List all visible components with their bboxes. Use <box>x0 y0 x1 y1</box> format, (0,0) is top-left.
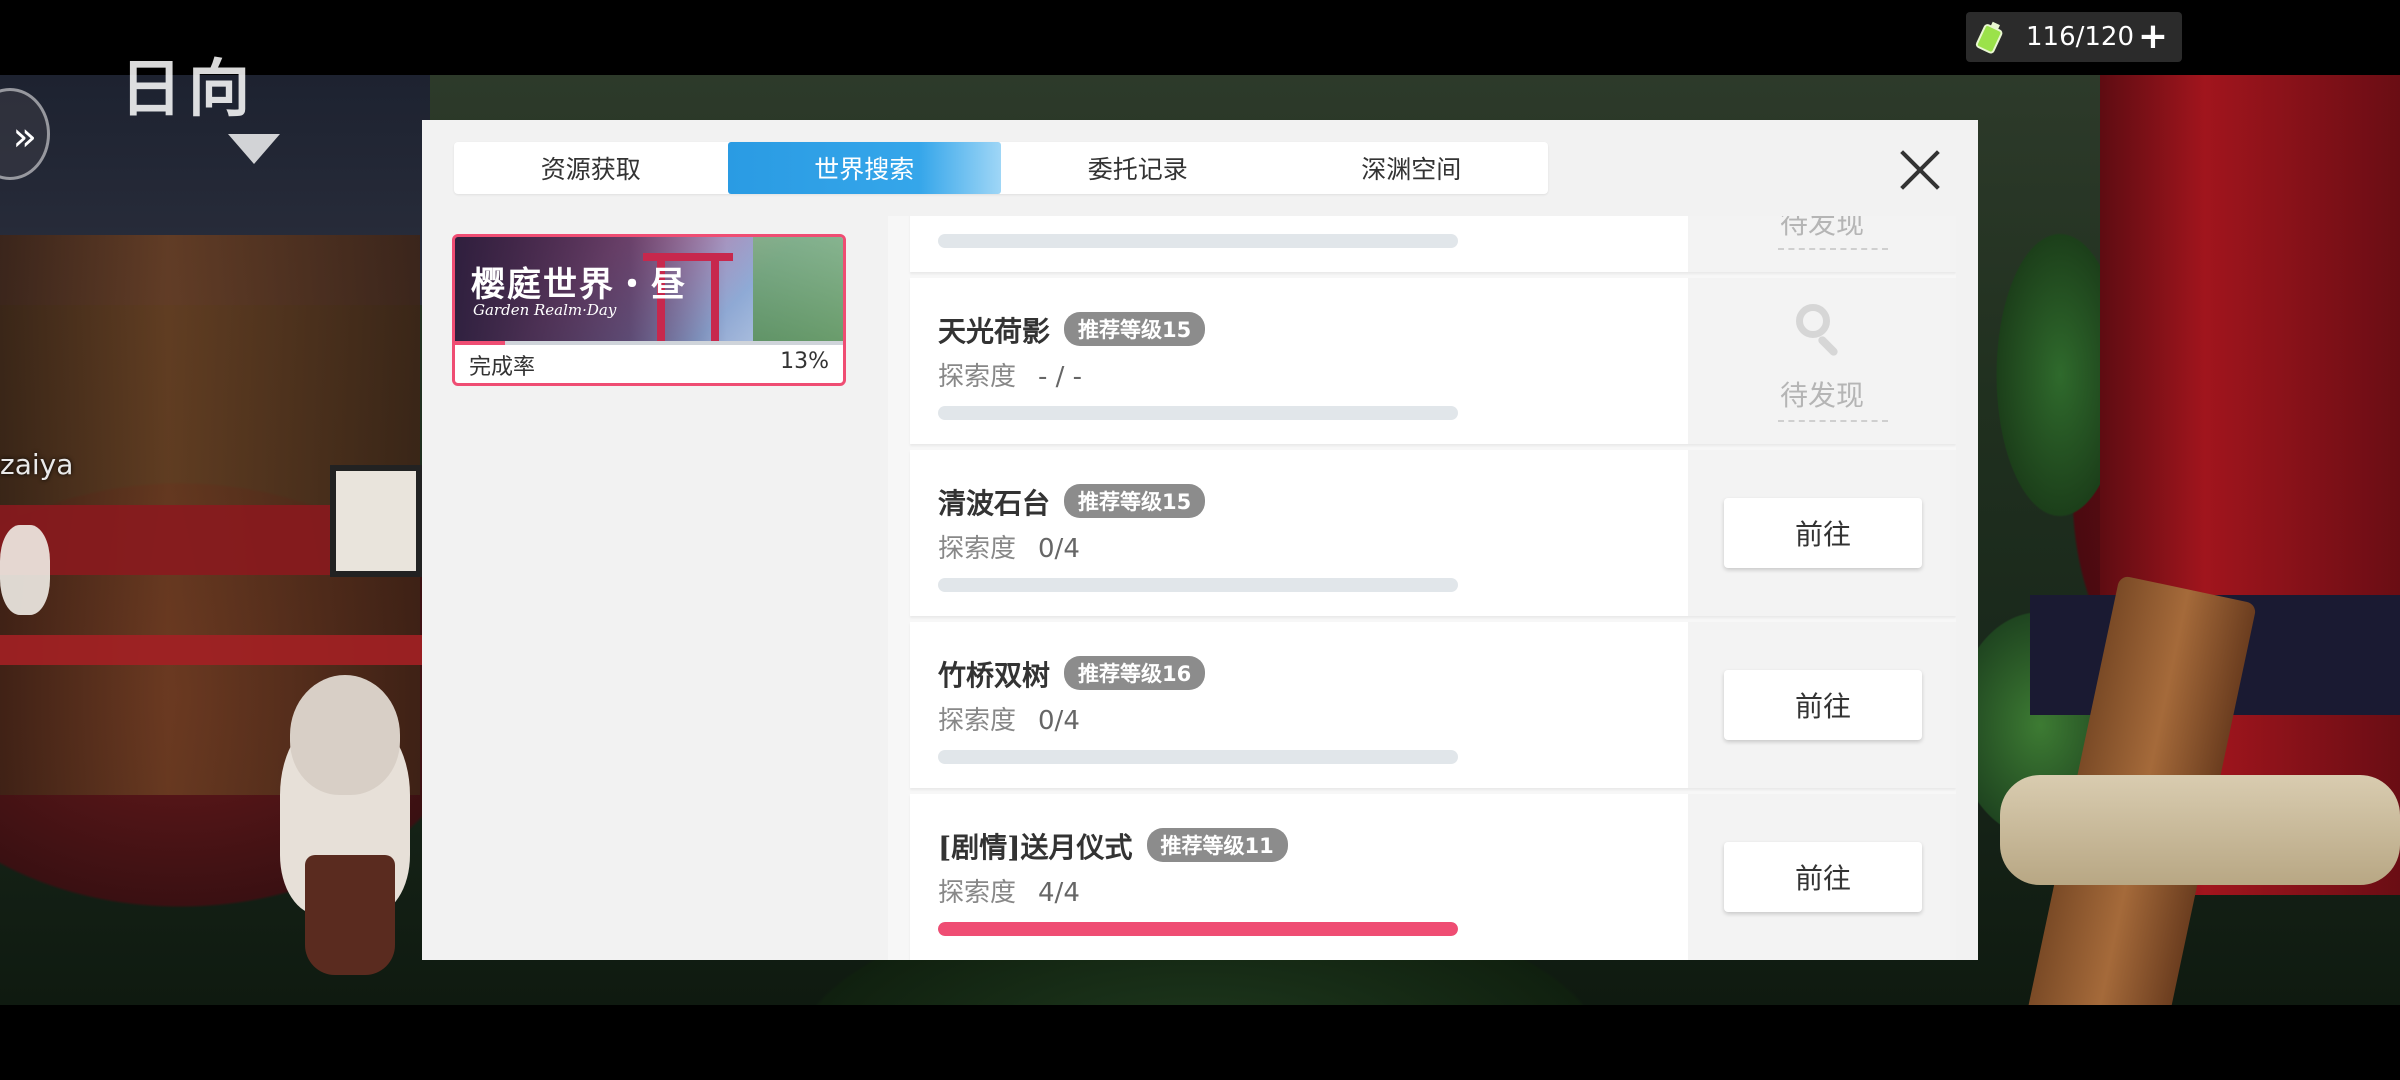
scene-small-figure <box>0 525 50 615</box>
list-item: 清波石台 推荐等级15 探索度 0/4 前往 <box>910 450 1956 616</box>
recommended-level-badge: 推荐等级16 <box>1064 656 1206 690</box>
location-title: 竹桥双树 推荐等级16 <box>938 654 1206 694</box>
go-button[interactable]: 前往 <box>1724 670 1922 740</box>
list-item-partial: 待发现 <box>910 216 1956 272</box>
player-character <box>280 675 420 995</box>
recommended-level-badge: 推荐等级15 <box>1064 312 1206 346</box>
item-action-area: 前往 <box>1688 622 1956 788</box>
double-chevron-right-icon: » <box>12 114 37 160</box>
region-name: 樱庭世界・昼 <box>471 265 687 305</box>
scene-rope <box>2000 775 2400 885</box>
tab-bar: 资源获取 世界搜索 委托记录 深渊空间 <box>454 142 1548 194</box>
player-name-label: zaiya <box>0 448 74 481</box>
scene-red-railing-lower <box>0 635 430 665</box>
add-stamina-button[interactable]: + <box>2138 19 2168 55</box>
tab-abyss-space[interactable]: 深渊空间 <box>1275 142 1549 194</box>
explore-progress-bar <box>938 922 1458 936</box>
undiscovered-status: 待发现 <box>1688 278 1956 444</box>
explore-degree: 探索度 0/4 <box>938 534 1080 564</box>
stamina-bar: 116/120 + <box>1966 12 2182 62</box>
recommended-level-badge: 推荐等级11 <box>1146 828 1288 862</box>
explore-degree: 探索度 - / - <box>938 362 1083 392</box>
go-button[interactable]: 前往 <box>1724 498 1922 568</box>
location-title: [剧情]送月仪式 推荐等级11 <box>938 826 1288 866</box>
item-action-area: 前往 <box>1688 450 1956 616</box>
region-progress-fill <box>455 341 506 345</box>
list-item: [剧情]送月仪式 推荐等级11 探索度 4/4 前往 <box>910 794 1956 960</box>
region-subtitle: Garden Realm·Day <box>473 301 617 319</box>
location-title: 天光荷影 推荐等级15 <box>938 310 1206 350</box>
explore-progress-bar <box>938 750 1458 764</box>
magnifier-icon <box>1796 304 1848 358</box>
location-title-partial: 日向 <box>120 52 257 125</box>
go-button[interactable]: 前往 <box>1724 842 1922 912</box>
recommended-level-badge: 推荐等级15 <box>1064 484 1206 518</box>
completion-value: 13% <box>780 349 829 374</box>
list-item: 天光荷影 推荐等级15 探索度 - / - 待发现 <box>910 278 1956 444</box>
item-action-area: 待发现 <box>1688 278 1956 444</box>
location-list[interactable]: 待发现 天光荷影 推荐等级15 探索度 - / - 待发现 清波石台 推荐等级15 探… <box>888 216 1956 960</box>
explore-degree: 探索度 0/4 <box>938 706 1080 736</box>
scene-lantern <box>330 465 422 577</box>
region-card[interactable]: 樱庭世界・昼 Garden Realm·Day 完成率 13% <box>452 234 846 386</box>
tab-resource-acquisition[interactable]: 资源获取 <box>454 142 728 194</box>
item-action-area: 前往 <box>1688 794 1956 960</box>
battery-icon <box>1974 19 2006 55</box>
undiscovered-label: 待发现 <box>1779 379 1864 412</box>
region-list: 樱庭世界・昼 Garden Realm·Day 完成率 13% <box>422 216 866 960</box>
world-search-panel: 资源获取 世界搜索 委托记录 深渊空间 樱庭世界・昼 Garden Realm·… <box>422 120 1978 960</box>
dropdown-triangle-icon[interactable] <box>228 134 280 164</box>
list-item: 竹桥双树 推荐等级16 探索度 0/4 前往 <box>910 622 1956 788</box>
region-progress-bar <box>455 341 843 345</box>
stamina-value: 116/120 <box>2026 22 2135 52</box>
undiscovered-label: 待发现 <box>1779 216 1864 240</box>
undiscovered-status: 待发现 <box>1688 216 1956 272</box>
item-action-area: 待发现 <box>1688 216 1956 272</box>
explore-progress-bar <box>938 234 1458 248</box>
explore-progress-bar <box>938 406 1458 420</box>
explore-progress-bar <box>938 578 1458 592</box>
close-icon[interactable] <box>1898 148 1942 192</box>
location-title: 清波石台 推荐等级15 <box>938 482 1206 522</box>
explore-degree: 探索度 4/4 <box>938 878 1080 908</box>
tab-world-search[interactable]: 世界搜索 <box>727 142 1001 194</box>
region-banner-foliage <box>753 237 843 341</box>
tab-commission-records[interactable]: 委托记录 <box>1001 142 1275 194</box>
panel-header: 资源获取 世界搜索 委托记录 深渊空间 <box>422 120 1978 216</box>
completion-label: 完成率 <box>469 355 536 380</box>
